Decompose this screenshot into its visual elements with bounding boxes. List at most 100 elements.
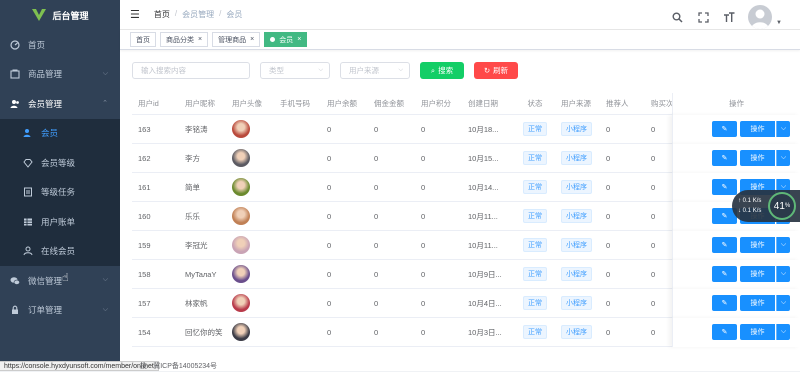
operation-button[interactable]: 操作 [740, 324, 775, 340]
close-icon[interactable]: × [198, 36, 202, 43]
source-badge: 小程序 [561, 151, 592, 165]
fullscreen-icon[interactable] [696, 10, 710, 24]
chevron-down-icon[interactable]: ⌵ [776, 237, 790, 253]
sidebar-item-label: 商品管理 [28, 69, 63, 80]
cell-balance: 0 [327, 240, 332, 250]
cell-balance: 0 [327, 182, 332, 192]
operation-button[interactable]: 操作 [740, 237, 775, 253]
close-icon[interactable]: × [297, 36, 301, 43]
avatar-cell [226, 323, 274, 341]
cell-points: 0 [421, 153, 426, 163]
cell-name: 李冠光 [185, 240, 208, 250]
edit-button[interactable]: ✎ [712, 237, 737, 253]
edit-button[interactable]: ✎ [712, 179, 737, 195]
sidebar-item-label: 首页 [28, 39, 46, 50]
breadcrumb-separator: / [174, 9, 178, 18]
percent-ring: 41% [768, 192, 796, 220]
cell-date: 10月11... [468, 211, 498, 221]
net-speed-widget[interactable]: ↑ 0.1 K/s ↓ 0.1 K/s 41% [732, 190, 800, 222]
chevron-down-icon: ⌵ [102, 276, 108, 283]
caret-down-icon[interactable]: ▼ [776, 20, 782, 26]
cell-id: 161 [138, 182, 151, 192]
user-avatar [232, 294, 250, 312]
operation-button[interactable]: 操作 [740, 295, 775, 311]
sidebar-item-level-task[interactable]: 等级任务 [0, 177, 120, 207]
operation-button[interactable]: 操作 [740, 266, 775, 282]
tag-home[interactable]: 首页 [130, 32, 156, 47]
sidebar-item-member[interactable]: 会员 [0, 118, 120, 148]
header-cell: 用户来源 [561, 99, 591, 108]
search-icon[interactable] [670, 10, 684, 24]
tag-member[interactable]: 会员 × [264, 32, 308, 47]
tag-product-category[interactable]: 商品分类 × [160, 32, 209, 47]
cell-name: 林家帆 [185, 298, 208, 308]
status-badge: 正常 [523, 267, 547, 281]
cell-balance: 0 [327, 327, 332, 337]
sidebar-item-home[interactable]: 首页 [0, 30, 120, 60]
sidebar-item-member-level[interactable]: 会员等级 [0, 148, 120, 178]
chevron-down-icon[interactable]: ⌵ [776, 266, 790, 282]
chevron-down-icon[interactable]: ⌵ [776, 121, 790, 137]
chevron-down-icon[interactable]: ⌵ [776, 150, 790, 166]
sidebar-item-orders[interactable]: 订单管理 ⌵ [0, 296, 120, 326]
avatar[interactable] [748, 5, 773, 29]
source-select[interactable]: 用户来源 ⌵ [340, 62, 410, 79]
operation-button[interactable]: 操作 [740, 150, 775, 166]
edit-button[interactable]: ✎ [712, 150, 737, 166]
breadcrumb-current: 会员 [226, 10, 243, 19]
edit-button[interactable]: ✎ [712, 295, 737, 311]
sidebar-item-wechat[interactable]: 微信管理 ⌵ [0, 266, 120, 296]
hamburger-icon[interactable]: ☰ [130, 8, 140, 21]
upload-speed: ↑ 0.1 K/s [738, 198, 762, 204]
font-size-icon[interactable] [722, 10, 736, 24]
cell-date: 10月15... [468, 153, 499, 163]
cell-ref: 0 [606, 269, 611, 279]
operation-button[interactable]: 操作 [740, 121, 775, 137]
cell-balance: 0 [327, 269, 332, 279]
sidebar-item-online-member[interactable]: 在线会员 [0, 236, 120, 266]
edit-button[interactable]: ✎ [712, 121, 737, 137]
search-button[interactable]: ⌕ 搜索 [420, 62, 464, 79]
icp-text[interactable]: 技 · 冀ICP备14005234号 [140, 361, 217, 371]
row-actions: ✎操作⌵ [672, 317, 800, 347]
main-area: ☰ 首页 / 会员管理 / 会员 ▼ 首页 商品分类 × 管理商品 × 会员 × 输入… [120, 0, 800, 371]
avatar-cell [226, 236, 274, 254]
cell-commission: 0 [374, 153, 379, 163]
status-badge: 正常 [523, 151, 547, 165]
edit-button[interactable]: ✎ [712, 266, 737, 282]
sidebar-item-products[interactable]: 商品管理 ⌵ [0, 60, 120, 90]
breadcrumb-group[interactable]: 会员管理 [182, 9, 214, 20]
search-input[interactable]: 输入搜索内容 [132, 62, 250, 79]
cell-commission: 0 [374, 124, 379, 134]
edit-button[interactable]: ✎ [712, 324, 737, 340]
refresh-button[interactable]: ↻ 刷新 [474, 62, 518, 79]
cell-id: 163 [138, 124, 151, 134]
source-badge: 小程序 [561, 180, 592, 194]
logo[interactable]: 后台管理 [0, 0, 120, 30]
logo-icon [31, 7, 47, 23]
source-cell: 小程序 [555, 267, 600, 281]
source-cell: 小程序 [555, 122, 600, 136]
breadcrumb-separator: / [219, 9, 222, 18]
cell-points: 0 [421, 211, 426, 221]
sidebar-item-members[interactable]: 会员管理 ⌃ [0, 89, 120, 119]
cell-ref: 0 [606, 211, 611, 221]
cell-date: 10月18... [468, 124, 499, 134]
close-icon[interactable]: × [250, 36, 254, 43]
breadcrumb-home[interactable]: 首页 [154, 9, 170, 20]
refresh-button-label: 刷新 [493, 66, 509, 75]
tag-manage-products[interactable]: 管理商品 × [212, 32, 261, 47]
sidebar-item-user-bill[interactable]: 用户账单 [0, 207, 120, 237]
table-row: 157 林家帆 0 0 0 10月4日... 正常 小程序 0 0 ✎ 操作 ⌵ [132, 288, 800, 318]
sidebar-item-label: 会员管理 [28, 98, 63, 109]
chevron-down-icon[interactable]: ⌵ [776, 324, 790, 340]
speed-unit: K/s [752, 198, 762, 204]
source-badge: 小程序 [561, 296, 592, 310]
header-cell-actions: 操作 [672, 93, 800, 115]
navbar-right: ▼ [670, 5, 782, 29]
tags-view: 首页 商品分类 × 管理商品 × 会员 × [120, 30, 800, 50]
type-select[interactable]: 类型 ⌵ [260, 62, 330, 79]
status-badge: 正常 [523, 325, 547, 339]
table-body: 163 李铭涛 0 0 0 10月18... 正常 小程序 0 0 ✎ 操作 ⌵ 162 李方 0 0 0 10月1… [132, 114, 800, 347]
chevron-down-icon[interactable]: ⌵ [776, 295, 790, 311]
